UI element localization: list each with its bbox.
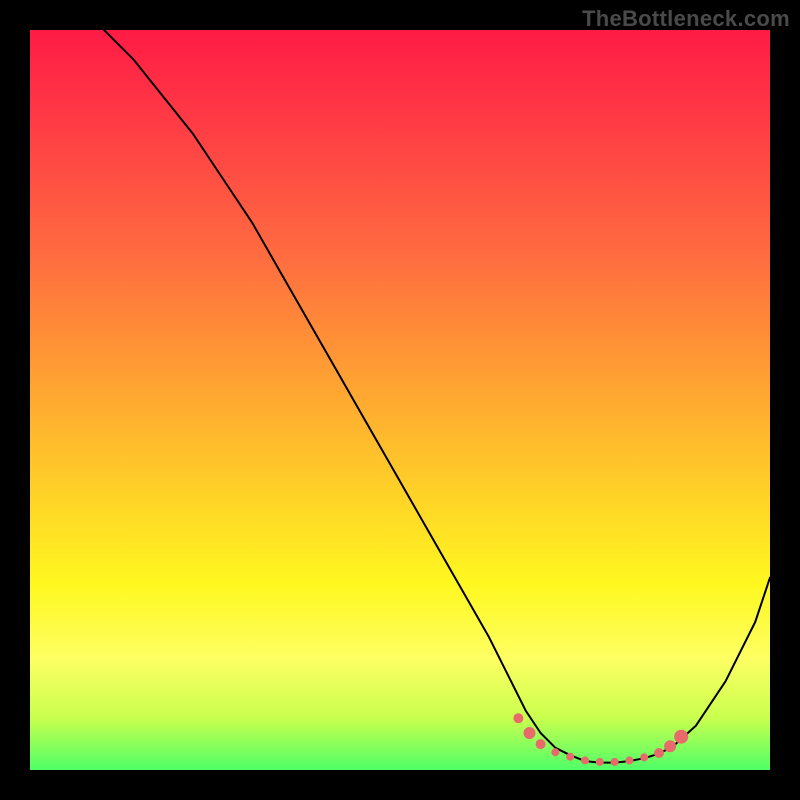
valley-dot <box>581 756 589 764</box>
valley-dot <box>551 748 559 756</box>
valley-dot <box>536 739 546 749</box>
valley-dot <box>674 730 688 744</box>
valley-dot <box>654 748 664 758</box>
valley-dot <box>611 758 619 766</box>
valley-dot <box>566 753 574 761</box>
valley-dot <box>664 740 676 752</box>
valley-dot <box>625 756 633 764</box>
valley-dots-group <box>513 713 688 766</box>
plot-svg <box>30 30 770 770</box>
valley-dot <box>640 753 648 761</box>
bottleneck-curve <box>104 30 770 763</box>
chart-frame: TheBottleneck.com <box>0 0 800 800</box>
watermark-label: TheBottleneck.com <box>582 6 790 32</box>
valley-dot <box>513 713 523 723</box>
valley-dot <box>524 727 536 739</box>
valley-dot <box>596 758 604 766</box>
